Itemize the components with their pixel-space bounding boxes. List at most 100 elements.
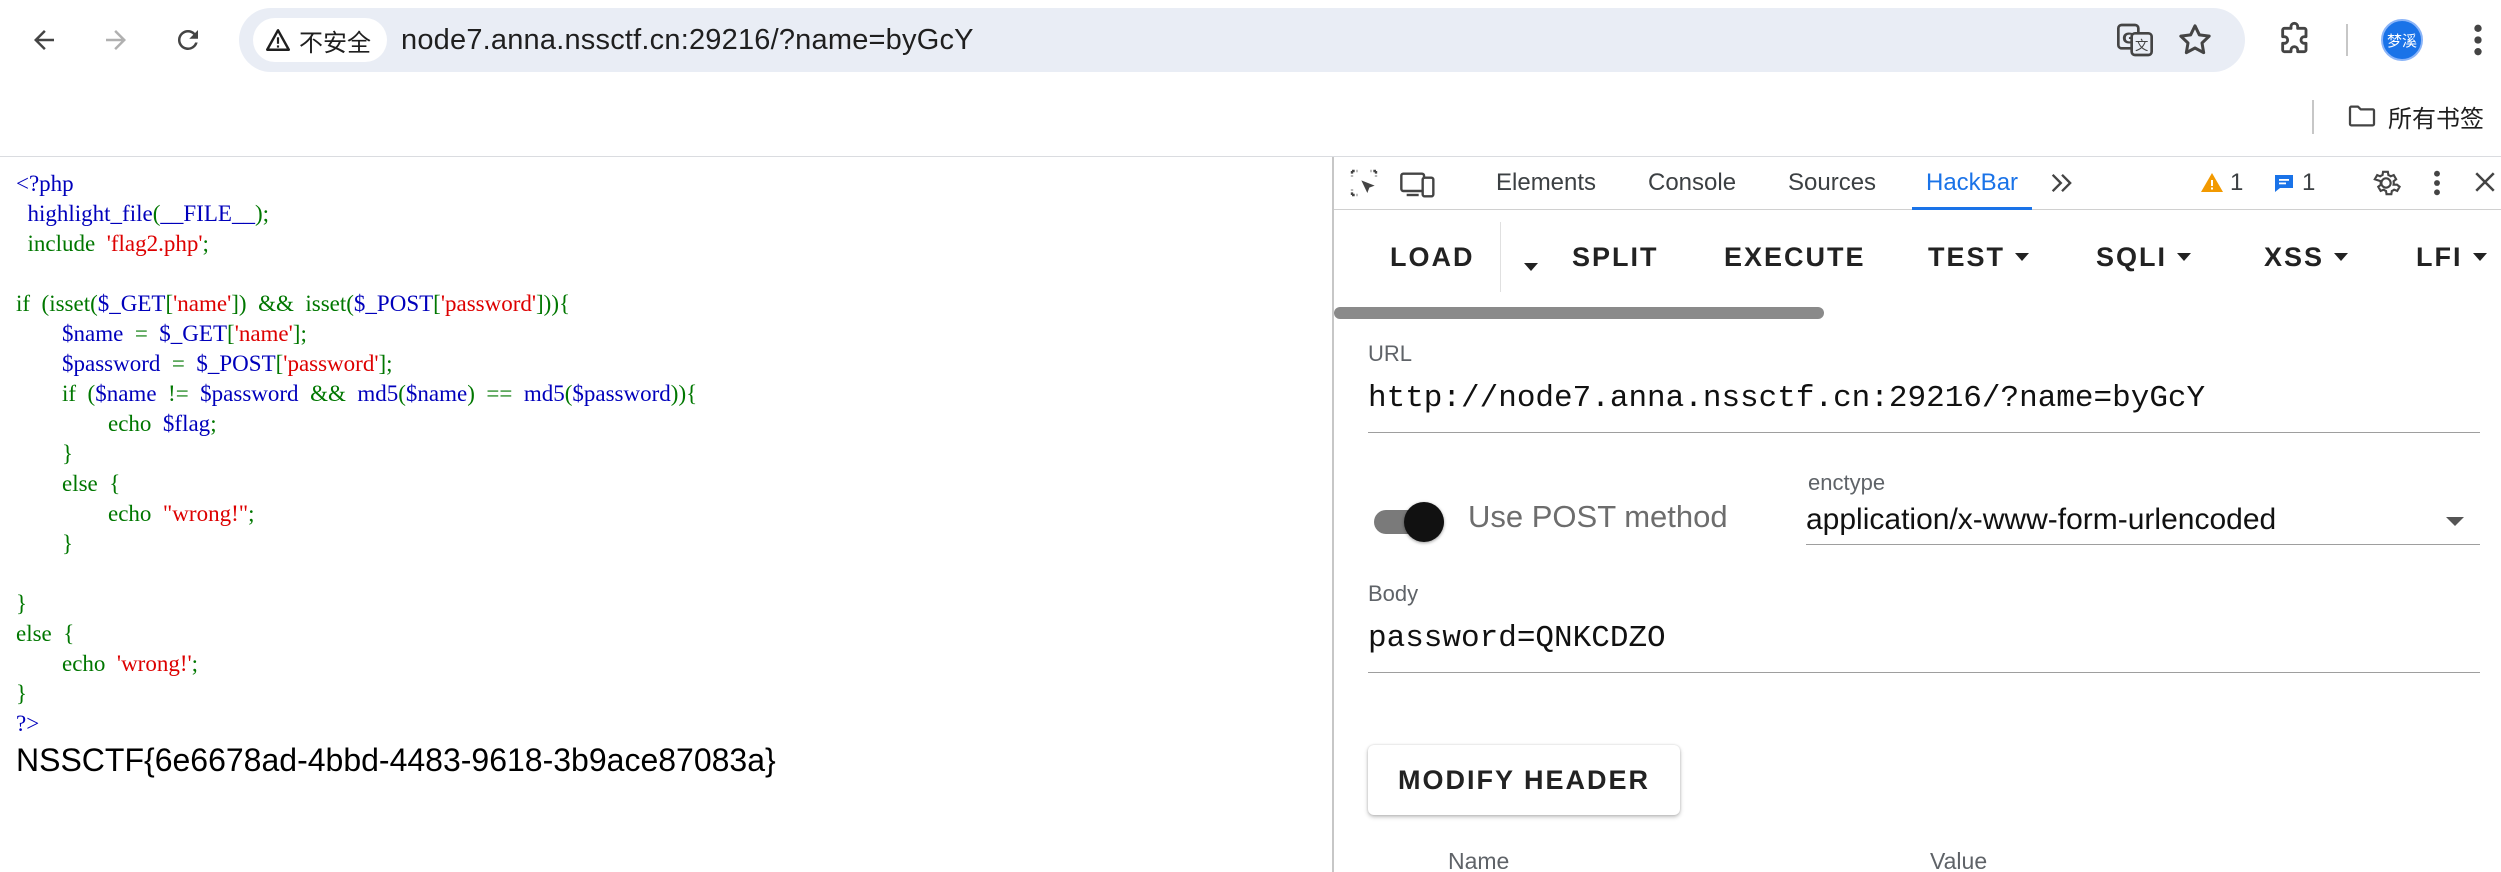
reload-button[interactable] <box>168 20 208 60</box>
folder-icon <box>2348 105 2376 127</box>
code-token: include <box>16 231 107 256</box>
toolbar-divider <box>2346 24 2348 56</box>
browser-toolbar: 不安全 node7.anna.nssctf.cn:29216/?name=byG… <box>0 0 2501 80</box>
forward-button[interactable] <box>96 20 136 60</box>
body-field-label: Body <box>1368 581 1419 606</box>
use-post-label: Use POST method <box>1468 499 1728 534</box>
code-token: } <box>16 441 74 466</box>
messages-count: 1 <box>2302 169 2316 196</box>
split-button[interactable]: SPLIT <box>1572 242 1659 273</box>
device-toolbar-icon[interactable] <box>1400 167 1436 204</box>
tab-hackbar[interactable]: HackBar <box>1911 157 2033 210</box>
code-token: echo <box>16 411 163 436</box>
load-button[interactable]: LOAD <box>1390 242 1475 273</box>
bookmark-star-icon[interactable] <box>2175 20 2215 65</box>
code-token: if (isset( <box>16 291 98 316</box>
code-token: md5 <box>357 381 399 406</box>
toolbar-scrollbar[interactable] <box>1334 307 1824 319</box>
security-chip[interactable]: 不安全 <box>253 18 387 62</box>
tab-console[interactable]: Console <box>1648 157 1736 209</box>
code-token: 'flag2.php' <box>106 231 203 256</box>
code-token: { <box>686 381 698 406</box>
code-line: echo $flag; <box>16 409 697 439</box>
body-field[interactable]: password=QNKCDZO <box>1368 621 1666 656</box>
code-line: include 'flag2.php'; <box>16 229 697 259</box>
code-token: if ( <box>16 381 96 406</box>
code-line: if ($name != $password && md5($name) == … <box>16 379 697 409</box>
code-token: $password <box>572 381 671 406</box>
code-token: $name <box>95 381 169 406</box>
more-vert-icon[interactable] <box>2466 20 2490 65</box>
url-field[interactable]: http://node7.anna.nssctf.cn:29216/?name=… <box>1368 381 2205 416</box>
code-token: echo <box>16 651 117 676</box>
translate-icon[interactable]: G文 <box>2115 20 2155 65</box>
code-line: } <box>16 589 697 619</box>
code-token: ) == <box>467 381 524 406</box>
code-line: } <box>16 679 697 709</box>
url-text[interactable]: node7.anna.nssctf.cn:29216/?name=byGcY <box>401 24 974 57</box>
code-token: ( <box>398 381 406 406</box>
load-dropdown-button[interactable] <box>1514 252 1538 283</box>
use-post-toggle[interactable] <box>1370 502 1450 542</box>
sqli-menu-button[interactable]: SQLI <box>2096 242 2192 273</box>
chevron-down-icon <box>2177 252 2192 261</box>
code-token: md5 <box>523 381 565 406</box>
reload-icon <box>177 29 198 50</box>
close-devtools-icon[interactable] <box>2470 167 2500 202</box>
code-token: $_POST <box>196 351 276 376</box>
tab-sources[interactable]: Sources <box>1788 157 1876 209</box>
lfi-menu-button[interactable]: LFI <box>2416 242 2487 273</box>
extensions-icon[interactable] <box>2276 20 2316 65</box>
code-token: ; <box>202 231 209 256</box>
code-token: } <box>16 681 28 706</box>
code-token: )) <box>670 381 687 406</box>
url-field-underline <box>1368 432 2480 433</box>
code-token: ]) && isset( <box>231 291 354 316</box>
chevron-down-icon <box>2446 517 2464 526</box>
toolbar-separator <box>1500 222 1501 292</box>
code-token: = <box>171 351 197 376</box>
execute-button[interactable]: EXECUTE <box>1724 242 1866 273</box>
code-line: echo "wrong!"; <box>16 499 697 529</box>
code-token: != <box>168 381 201 406</box>
tab-elements[interactable]: Elements <box>1496 157 1596 209</box>
devtools-more-icon[interactable] <box>2430 167 2444 204</box>
back-button[interactable] <box>24 20 64 60</box>
profile-avatar[interactable]: 梦溪 <box>2381 19 2423 61</box>
enctype-select[interactable]: application/x-www-form-urlencoded <box>1806 497 2478 543</box>
chevron-down-icon <box>2334 252 2349 261</box>
test-menu-button[interactable]: TEST <box>1928 242 2030 273</box>
code-token: $name <box>405 381 468 406</box>
code-line: $password = $_POST['password']; <box>16 349 697 379</box>
warnings-badge[interactable]: 1 <box>2200 167 2243 199</box>
modify-header-button[interactable]: MODIFY HEADER <box>1368 745 1680 815</box>
code-line: } <box>16 439 697 469</box>
body-field-underline <box>1368 672 2480 673</box>
code-token: } <box>16 531 74 556</box>
all-bookmarks-folder[interactable]: 所有书签 <box>2346 96 2484 136</box>
xss-label: XSS <box>2264 242 2325 272</box>
code-token: && <box>310 381 358 406</box>
sqli-label: SQLI <box>2096 242 2168 272</box>
address-bar[interactable]: 不安全 node7.anna.nssctf.cn:29216/?name=byG… <box>239 8 2245 72</box>
code-token: 'wrong!' <box>116 651 192 676</box>
code-token: [ <box>433 291 441 316</box>
arrow-left-icon <box>34 30 54 50</box>
warning-icon <box>265 29 291 51</box>
settings-gear-icon[interactable] <box>2370 167 2402 204</box>
enctype-label: enctype <box>1808 470 1886 495</box>
messages-badge[interactable]: 1 <box>2272 167 2315 199</box>
more-tabs-icon[interactable] <box>2048 169 2076 202</box>
xss-menu-button[interactable]: XSS <box>2264 242 2349 273</box>
code-line: if (isset($_GET['name']) && isset($_POST… <box>16 289 697 319</box>
code-token: 'name' <box>173 291 232 316</box>
code-token: echo <box>16 501 163 526</box>
code-line: else { <box>16 469 697 499</box>
chevron-down-icon <box>2472 252 2487 261</box>
code-token: $_GET <box>97 291 166 316</box>
inspect-element-icon[interactable] <box>1348 167 1380 204</box>
bookmarks-bar: 所有书签 <box>0 80 2501 157</box>
code-token: $flag <box>162 411 211 436</box>
devtools-tabbar: Elements Console Sources HackBar 1 1 <box>1334 157 2501 210</box>
code-token: [ <box>165 291 174 316</box>
